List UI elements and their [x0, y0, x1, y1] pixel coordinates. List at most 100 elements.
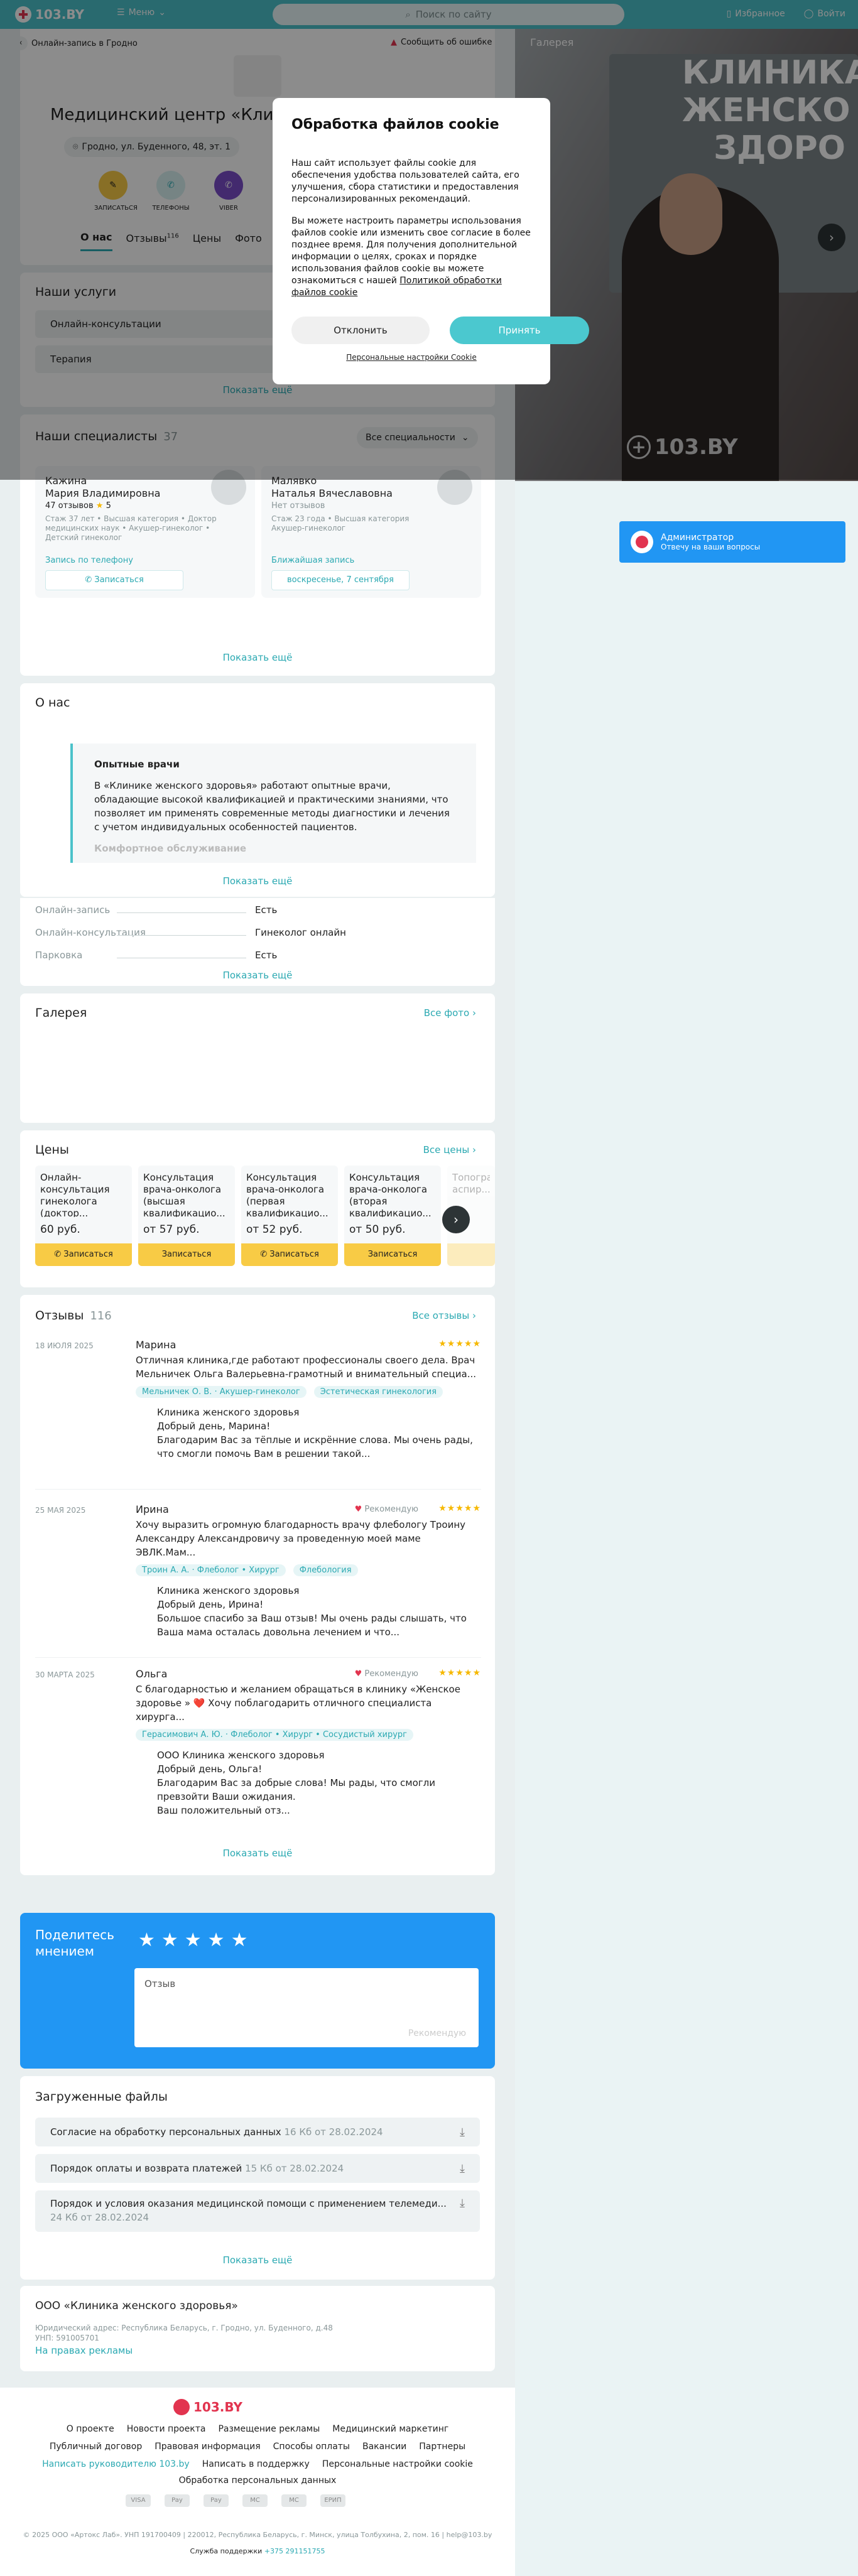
price-value: от 50 руб. — [349, 1223, 406, 1236]
feature-row: Онлайн-консультация Гинеколог онлайн — [35, 927, 481, 942]
feature-value: Есть — [255, 904, 278, 916]
review-tags: Герасимович А. Ю. · Флеболог • Хирург • … — [136, 1724, 481, 1741]
admin-chat-widget[interactable]: Администратор Отвечу на ваши вопросы — [619, 521, 845, 563]
file-item[interactable]: Согласие на обработку персональных данны… — [35, 2118, 480, 2146]
quote-next-title: Комфортное обслуживание — [94, 843, 247, 854]
recommend-badge: ♥ Рекомендую — [355, 1505, 418, 1514]
apple-pay-icon: Pay — [165, 2494, 190, 2507]
file-item[interactable]: Порядок и условия оказания медицинской п… — [35, 2190, 480, 2232]
feature-value: Есть — [255, 950, 278, 961]
price-card[interactable]: Консультация врача-онколога (вторая квал… — [344, 1166, 441, 1266]
admin-subtitle: Отвечу на ваши вопросы — [661, 543, 761, 551]
review-tag[interactable]: Мельничек О. В. · Акушер-гинеколог — [136, 1386, 307, 1398]
recommend-badge: ♥ Рекомендую — [355, 1669, 418, 1679]
review-stars: ★★★★★ — [438, 1668, 481, 1678]
price-title: Онлайн-консультация гинеколога (доктор..… — [40, 1172, 110, 1217]
footer-link[interactable]: Правовая информация — [155, 2442, 260, 2452]
all-reviews-label: Все отзывы — [412, 1310, 470, 1321]
files-title: Загруженные файлы — [35, 2090, 168, 2104]
cookie-settings-link[interactable]: Персональные настройки Cookie — [273, 353, 550, 362]
all-reviews-link[interactable]: Все отзывы › — [412, 1310, 476, 1321]
recommend-label: Рекомендую — [364, 1505, 418, 1514]
next-arrow-icon[interactable]: › — [442, 1206, 470, 1233]
price-book-button[interactable]: ✆ Записаться — [35, 1243, 132, 1266]
reviews-show-more[interactable]: Показать ещё — [20, 1848, 495, 1859]
footer-logo[interactable]: 103.BY — [173, 2399, 242, 2415]
doctor-score: 5 — [106, 501, 111, 511]
footer-link[interactable]: Написать в поддержку — [202, 2459, 310, 2469]
review-form: Поделитесь мнением ★★★★★ Отзыв Рекоменду… — [20, 1913, 495, 2069]
support-phone[interactable]: +375 291151755 — [264, 2547, 325, 2555]
legal-name: ООО «Клиника женского здоровья» — [35, 2300, 238, 2312]
support-line: Служба поддержки +375 291151755 — [0, 2547, 515, 2555]
support-label: Служба поддержки — [190, 2547, 263, 2555]
price-card[interactable]: Онлайн-консультация гинеколога (доктор..… — [35, 1166, 132, 1266]
review-tags: Мельничек О. В. · Акушер-гинеколог Эстети… — [136, 1381, 481, 1398]
review-tag[interactable]: Флебология — [293, 1564, 358, 1576]
download-icon[interactable]: ⤓ — [460, 2126, 465, 2139]
review-date: 30 МАРТА 2025 — [35, 1670, 95, 1679]
recommend-toggle[interactable]: Рекомендую — [408, 2028, 466, 2038]
specialist-card[interactable]: Кажина Мария Владимировна 47 отзывов ★ 5… — [35, 466, 255, 598]
features-card: Онлайн-запись Есть Онлайн-консультация Гин… — [20, 898, 495, 986]
review-tag[interactable]: Троин А. А. · Флеболог • Хирург — [136, 1564, 286, 1576]
review-author: Ольга — [136, 1668, 168, 1680]
advertising-link[interactable]: На правах рекламы — [35, 2345, 133, 2356]
specialist-card[interactable]: Малявко Наталья Вячеславовна Нет отзывов… — [261, 466, 481, 598]
footer-link[interactable]: Публичный договор — [50, 2442, 142, 2452]
review-tag[interactable]: Герасимович А. Ю. · Флеболог • Хирург • … — [136, 1729, 413, 1741]
all-prices-link[interactable]: Все цены › — [423, 1144, 476, 1155]
review-body: Ирина ♥ Рекомендую ★★★★★ Хочу выразить о… — [136, 1503, 481, 1639]
chevron-right-icon: › — [472, 1144, 476, 1155]
nearest-slot-button[interactable]: воскресенье, 7 сентября — [271, 570, 410, 590]
payment-logos: VISA Pay Pay MC MC ЕРИП — [126, 2494, 345, 2507]
footer-row-2: Публичный договор Правовая информация Спос… — [0, 2442, 515, 2452]
footer-link[interactable]: Медицинский маркетинг — [332, 2424, 448, 2434]
review-text: С благодарностью и желанием обращаться в… — [136, 1684, 460, 1723]
footer-link[interactable]: Партнеры — [419, 2442, 465, 2452]
mastercard-icon: MC — [242, 2494, 268, 2507]
review-form-title: Поделитесь мнением — [35, 1927, 114, 1959]
cookie-text-2: Вы можете настроить параметры использова… — [291, 215, 531, 299]
decline-button[interactable]: Отклонить — [291, 317, 430, 344]
accept-button[interactable]: Принять — [450, 317, 589, 344]
review-stars: ★★★★★ — [438, 1503, 481, 1513]
all-photos-link[interactable]: Все фото › — [424, 1007, 476, 1019]
footer-link[interactable]: Способы оплаты — [273, 2442, 350, 2452]
price-book-button[interactable]: Записаться — [344, 1243, 441, 1266]
review-textarea[interactable]: Отзыв Рекомендую — [134, 1968, 479, 2047]
price-book-button[interactable]: Записаться — [138, 1243, 235, 1266]
specialists-show-more[interactable]: Показать ещё — [20, 652, 495, 663]
clinic-answer: Клиника женского здоровья Добрый день, М… — [157, 1407, 473, 1459]
footer-link[interactable]: Обработка персональных данных — [179, 2476, 337, 2486]
quote-title: Опытные врачи — [94, 759, 180, 770]
review-date: 25 МАЯ 2025 — [35, 1506, 86, 1515]
footer-link[interactable]: Персональные настройки cookie — [322, 2459, 473, 2469]
file-item[interactable]: Порядок оплаты и возврата платежей 15 Кб… — [35, 2154, 480, 2183]
admin-title: Администратор — [661, 533, 734, 543]
book-doctor-button[interactable]: ✆ Записаться — [45, 570, 183, 590]
reviews-header: Отзывы 116 — [35, 1309, 112, 1323]
footer-link[interactable]: Вакансии — [362, 2442, 406, 2452]
admin-texts: Администратор Отвечу на ваши вопросы — [661, 533, 760, 551]
feature-value: Гинеколог онлайн — [255, 927, 346, 938]
price-book-button[interactable]: ✆ Записаться — [241, 1243, 338, 1266]
rating-stars-input[interactable]: ★★★★★ — [138, 1929, 254, 1951]
download-icon[interactable]: ⤓ — [460, 2197, 465, 2210]
files-show-more[interactable]: Показать ещё — [20, 2254, 495, 2266]
file-name: Порядок оплаты и возврата платежей — [50, 2163, 242, 2174]
about-show-more[interactable]: Показать ещё — [20, 875, 495, 887]
footer-link[interactable]: Написать руководителю 103.by — [42, 2459, 190, 2469]
download-icon[interactable]: ⤓ — [460, 2162, 465, 2175]
review-tag[interactable]: Эстетическая гинекология — [313, 1386, 443, 1398]
price-value: 60 руб. — [40, 1223, 80, 1236]
footer-link[interactable]: Размещение рекламы — [218, 2424, 320, 2434]
footer-link[interactable]: Новости проекта — [127, 2424, 206, 2434]
feature-key: Онлайн-консультация — [35, 927, 255, 942]
price-card[interactable]: Консультация врача-онколога (первая квал… — [241, 1166, 338, 1266]
price-card[interactable]: Консультация врача-онколога (высшая квал… — [138, 1166, 235, 1266]
features-show-more[interactable]: Показать ещё — [20, 970, 495, 981]
price-book-button[interactable] — [447, 1243, 495, 1266]
chevron-right-icon: › — [472, 1310, 476, 1321]
footer-link[interactable]: О проекте — [67, 2424, 114, 2434]
